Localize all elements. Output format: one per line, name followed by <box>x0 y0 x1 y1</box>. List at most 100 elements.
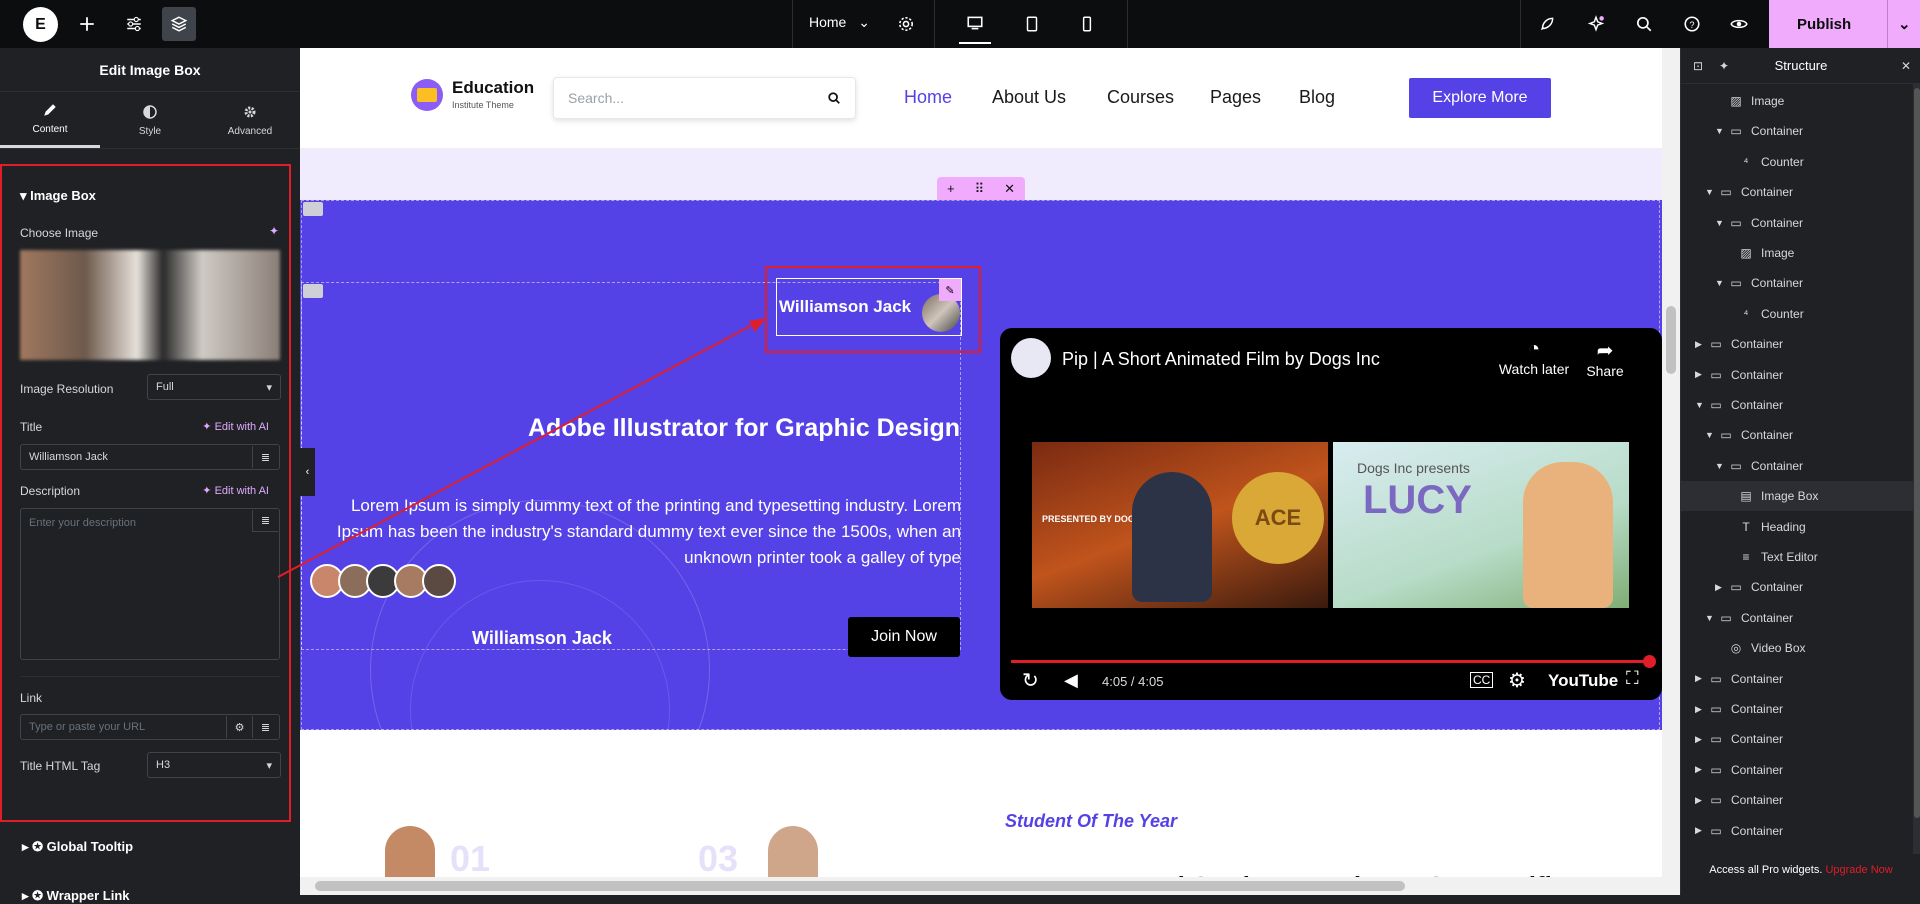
section-toggle[interactable]: ▾ Image Box <box>20 188 96 204</box>
structure-item-container[interactable]: ▼ ▭ Container <box>1681 268 1913 298</box>
site-settings-icon[interactable] <box>117 7 151 41</box>
structure-item-container[interactable]: ▼ ▭ Container <box>1681 390 1913 420</box>
title-edit-ai-button[interactable]: ✦ Edit with AI <box>202 420 269 433</box>
structure-item-image[interactable]: ▨ Image <box>1681 86 1913 116</box>
page-selector[interactable]: Home ⌄ <box>809 14 870 31</box>
structure-item-container[interactable]: ▶▭Container <box>1681 329 1913 359</box>
delete-section-icon[interactable]: ✕ <box>1004 181 1015 197</box>
structure-item-container[interactable]: ▶▭Container <box>1681 755 1913 785</box>
description-edit-ai-button[interactable]: ✦ Edit with AI <box>202 484 269 497</box>
structure-item-container[interactable]: ▼ ▭ Container <box>1681 451 1913 481</box>
elementor-logo-icon[interactable]: E <box>23 7 58 42</box>
publish-chevron-icon[interactable]: ⌄ <box>1887 0 1911 48</box>
structure-scrollbar[interactable] <box>1913 84 1920 854</box>
structure-item-imagebox[interactable]: ▤ Image Box <box>1681 481 1913 512</box>
rocket-icon[interactable] <box>1530 7 1564 41</box>
tab-style[interactable]: Style <box>100 92 200 148</box>
structure-item-image[interactable]: ▨ Image <box>1681 238 1913 268</box>
captions-icon[interactable]: CC <box>1470 672 1494 688</box>
structure-item-counter[interactable]: ⁴ Counter <box>1681 147 1913 177</box>
structure-item-container[interactable]: ▶▭Container <box>1681 846 1913 854</box>
horizontal-scrollbar[interactable] <box>300 877 1662 895</box>
thumbnail-ace[interactable]: ACE PRESENTED BY DOGS INC <box>1032 442 1328 608</box>
thumbnail-lucy[interactable]: Dogs Inc presents LUCY <box>1333 442 1629 608</box>
search-icon[interactable] <box>1627 7 1661 41</box>
chevron-right-icon[interactable]: ▶ <box>1695 673 1702 684</box>
chevron-down-icon[interactable]: ▼ <box>1705 430 1714 440</box>
chevron-down-icon[interactable]: ▼ <box>1695 400 1704 410</box>
structure-item-container[interactable]: ▼ ▭ Container <box>1681 420 1913 450</box>
video-title[interactable]: Pip | A Short Animated Film by Dogs Inc <box>1062 349 1380 370</box>
drag-handle-icon[interactable]: ⠿ <box>975 181 985 197</box>
add-section-icon[interactable]: + <box>947 181 955 196</box>
structure-item-container[interactable]: ▶▭Container <box>1681 664 1913 694</box>
description-dynamic-tags-icon[interactable]: ≣ <box>252 510 278 532</box>
ai-sparkle-icon[interactable]: ✦ <box>269 224 279 238</box>
structure-item-container[interactable]: ▼ ▭ Container <box>1681 116 1913 146</box>
structure-item-container[interactable]: ▶▭Container <box>1681 724 1913 754</box>
preview-eye-icon[interactable] <box>1722 7 1756 41</box>
dynamic-tags-icon[interactable]: ≣ <box>252 446 278 468</box>
explore-more-button[interactable]: Explore More <box>1409 78 1551 118</box>
share-button[interactable]: ➦ Share <box>1582 338 1628 379</box>
description-textarea[interactable]: Enter your description <box>20 508 280 660</box>
chevron-right-icon[interactable]: ▶ <box>1695 339 1702 350</box>
nav-home[interactable]: Home <box>904 87 952 108</box>
structure-layers-icon[interactable] <box>162 7 196 41</box>
image-preview[interactable] <box>20 250 280 360</box>
upgrade-link[interactable]: Upgrade Now <box>1825 864 1892 876</box>
settings-gear-icon[interactable]: ⚙ <box>1508 668 1526 693</box>
structure-item-container[interactable]: ▶▭Container <box>1681 572 1913 602</box>
fullscreen-icon[interactable]: ⛶ <box>1626 668 1639 689</box>
youtube-logo[interactable]: YouTube <box>1548 671 1618 691</box>
container-handle-icon[interactable] <box>303 202 323 216</box>
help-icon[interactable]: ? <box>1675 7 1709 41</box>
structure-item-container[interactable]: ▼ ▭ Container <box>1681 603 1913 633</box>
edit-widget-pencil-icon[interactable]: ✎ <box>939 279 961 301</box>
structure-item-container[interactable]: ▼ ▭ Container <box>1681 208 1913 238</box>
image-resolution-select[interactable]: Full ▾ <box>147 374 281 400</box>
nav-about-us[interactable]: About Us <box>992 87 1066 108</box>
chevron-down-icon[interactable]: ▼ <box>1715 218 1724 228</box>
notifications-icon[interactable] <box>1579 7 1613 41</box>
channel-avatar[interactable] <box>1011 338 1051 378</box>
nav-courses[interactable]: Courses <box>1107 87 1174 108</box>
vertical-scrollbar[interactable] <box>1662 48 1680 895</box>
chevron-right-icon[interactable]: ▶ <box>1695 704 1702 715</box>
close-icon[interactable]: ✕ <box>1901 59 1911 73</box>
desktop-view-icon[interactable] <box>959 4 991 44</box>
chevron-down-icon[interactable]: ▼ <box>1715 278 1724 288</box>
chevron-right-icon[interactable]: ▶ <box>1695 369 1702 380</box>
watch-later-button[interactable]: ◔ Watch later <box>1498 338 1570 377</box>
structure-item-container[interactable]: ▶▭Container <box>1681 360 1913 390</box>
title-tag-select[interactable]: H3 ▾ <box>147 752 281 778</box>
structure-item-container[interactable]: ▶▭Container <box>1681 694 1913 724</box>
structure-item-container[interactable]: ▼ ▭ Container <box>1681 177 1913 207</box>
structure-item-heading[interactable]: T Heading <box>1681 512 1913 542</box>
chevron-right-icon[interactable]: ▶ <box>1695 734 1702 745</box>
nav-pages[interactable]: Pages <box>1210 87 1261 108</box>
structure-item-container[interactable]: ▶▭Container <box>1681 785 1913 815</box>
progress-bar[interactable] <box>1011 660 1651 663</box>
replay-icon[interactable]: ↻ <box>1022 668 1039 693</box>
global-tooltip-section[interactable]: ▸ ✪ Global Tooltip <box>22 839 133 855</box>
progress-scrubber[interactable] <box>1643 655 1656 668</box>
mobile-view-icon[interactable] <box>1070 7 1104 41</box>
chevron-right-icon[interactable]: ▶ <box>1695 764 1702 775</box>
page-settings-gear-icon[interactable] <box>889 7 923 41</box>
chevron-down-icon[interactable]: ▼ <box>1705 187 1714 197</box>
structure-item-counter[interactable]: ⁴ Counter <box>1681 299 1913 329</box>
wrapper-link-section[interactable]: ▸ ✪ Wrapper Link <box>22 888 130 904</box>
volume-icon[interactable]: ◀ <box>1064 670 1078 691</box>
video-player[interactable]: Pip | A Short Animated Film by Dogs Inc … <box>1000 328 1662 700</box>
chevron-down-icon[interactable]: ▼ <box>1715 126 1724 136</box>
chevron-down-icon[interactable]: ▼ <box>1705 613 1714 623</box>
site-logo-title[interactable]: Education <box>452 78 534 98</box>
link-dynamic-tags-icon[interactable]: ≣ <box>252 716 278 738</box>
publish-button[interactable]: Publish ⌄ <box>1769 0 1920 48</box>
structure-item-text[interactable]: ≡ Text Editor <box>1681 542 1913 572</box>
image-box-widget[interactable]: Williamson Jack ✎ <box>776 278 962 336</box>
chevron-down-icon[interactable]: ▼ <box>1715 461 1724 471</box>
chevron-right-icon[interactable]: ▶ <box>1715 582 1722 593</box>
title-input[interactable]: Williamson Jack <box>20 444 280 470</box>
